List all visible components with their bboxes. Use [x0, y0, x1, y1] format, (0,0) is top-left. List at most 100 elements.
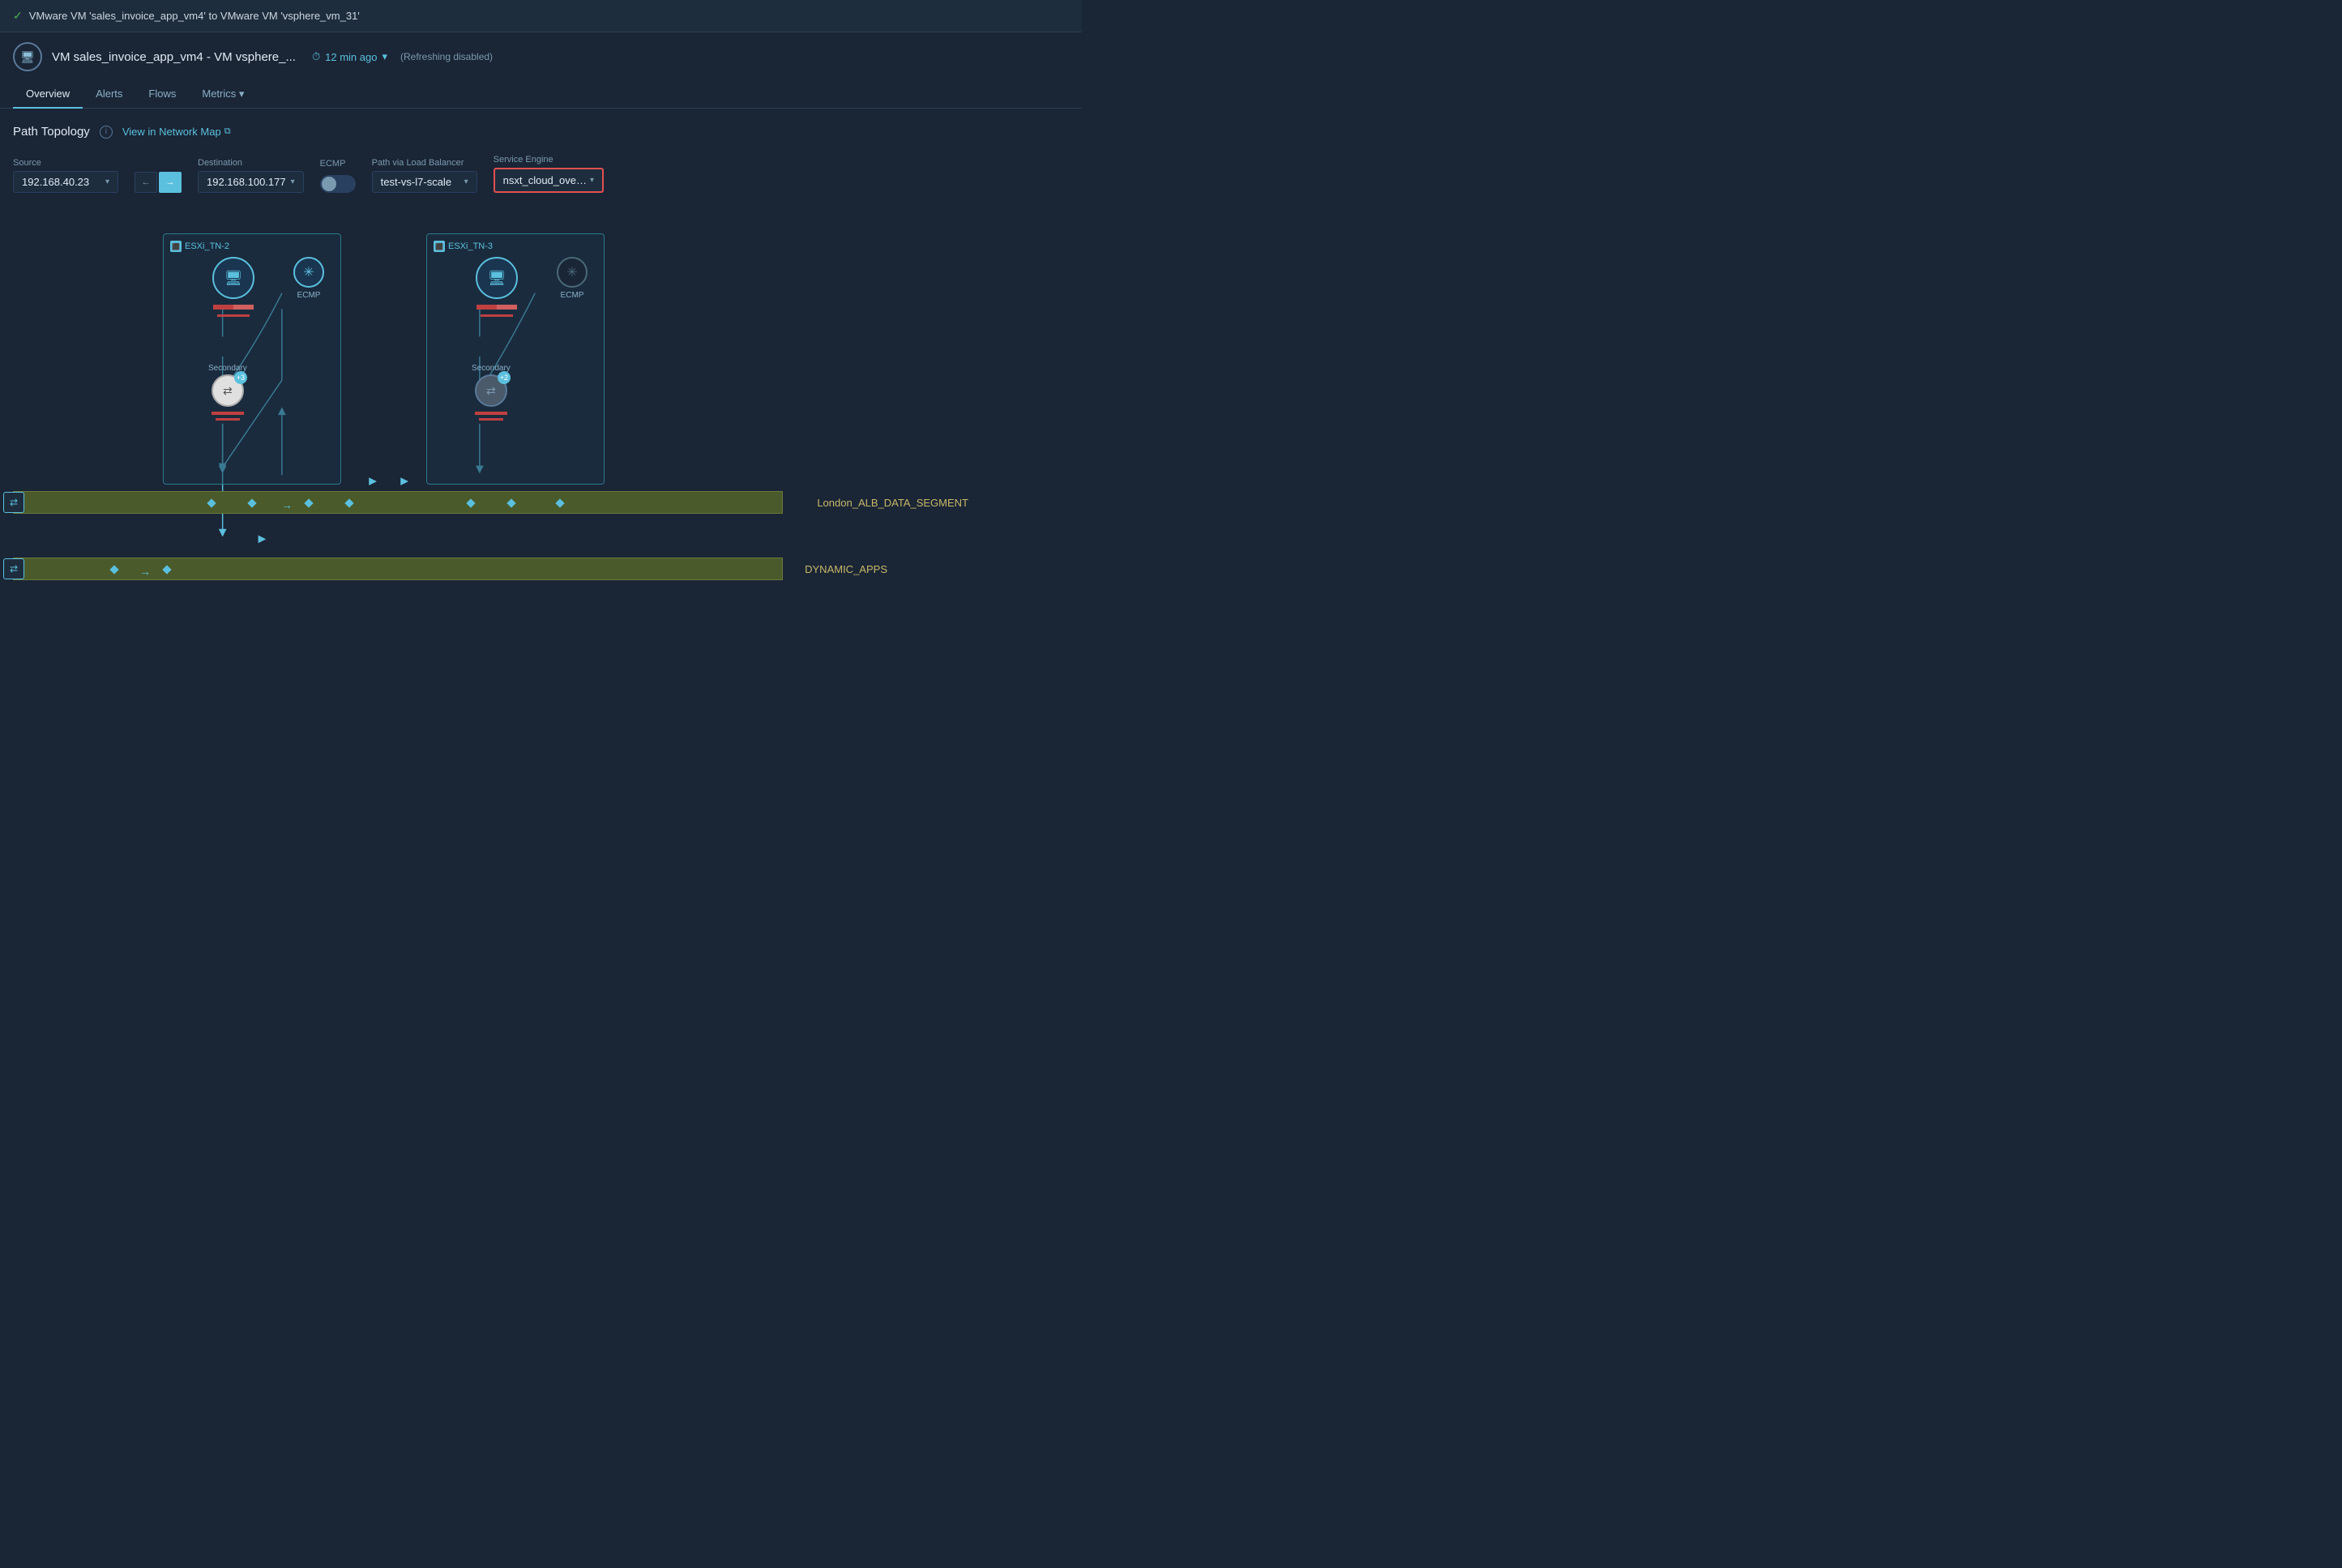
tab-flows[interactable]: Flows [135, 81, 189, 109]
service-engine-control: Service Engine nsxt_cloud_ove… ▾ [494, 155, 604, 193]
vm-bar2-left [217, 314, 250, 317]
secondary-bar-left [212, 412, 244, 415]
secondary-node-right[interactable]: Secondary ⇄ +2 [472, 364, 511, 421]
esxi-right-label: ⬛ ESXi_TN-3 [434, 241, 597, 252]
seg-dot-1g [555, 498, 564, 507]
destination-value: 192.168.100.177 [207, 176, 286, 188]
segment-label-1: London_ALB_DATA_SEGMENT [817, 497, 968, 509]
service-engine-value: nsxt_cloud_ove… [503, 174, 587, 186]
seg-dot-1e [466, 498, 475, 507]
lb-chevron: ▾ [464, 177, 468, 186]
tab-metrics[interactable]: Metrics ▾ [189, 81, 257, 109]
time-chevron: ▾ [382, 50, 387, 63]
info-icon[interactable]: i [100, 126, 113, 139]
load-balancer-value: test-vs-l7-scale [381, 176, 451, 188]
nav-tabs: Overview Alerts Flows Metrics ▾ [13, 81, 1069, 108]
vm-node-left[interactable]: 🖥 [212, 257, 254, 317]
load-balancer-dropdown[interactable]: test-vs-l7-scale ▾ [372, 171, 477, 193]
notification-bar: ✓ VMware VM 'sales_invoice_app_vm4' to V… [0, 0, 1082, 32]
ecmp-label: ECMP [320, 159, 356, 169]
direction-right-button[interactable]: → [159, 172, 182, 193]
check-icon: ✓ [13, 9, 23, 23]
ecmp-node-left[interactable]: ✳ ECMP [293, 257, 324, 300]
vm-bar2-right [481, 314, 513, 317]
ecmp-circle-left: ✳ [293, 257, 324, 288]
secondary-circle-wrapper-left: ⇄ +3 [212, 374, 244, 407]
direction-left-button[interactable]: ← [135, 172, 157, 193]
destination-dropdown[interactable]: 192.168.100.177 ▾ [198, 171, 304, 193]
seg-dot-2b [162, 565, 171, 574]
section-title: Path Topology [13, 125, 90, 139]
seg-dot-1a [207, 498, 216, 507]
seg-arrow-1: → [281, 498, 293, 511]
view-network-map-link[interactable]: View in Network Map ⧉ [122, 126, 231, 138]
source-label: Source [13, 158, 118, 168]
esxi-left-label: ⬛ ESXi_TN-2 [170, 241, 334, 252]
time-ago: 12 min ago [325, 51, 377, 63]
secondary-bar-right [475, 412, 507, 415]
segment-bar-1: ⇄ → London_ALB_DATA_SEGMENT [13, 491, 783, 514]
destination-control: Destination 192.168.100.177 ▾ [198, 158, 304, 193]
toggle-track [320, 175, 356, 193]
esxi-right-box: ⬛ ESXi_TN-3 🖥 ✳ ECMP Secondary ⇄ +2 [426, 233, 605, 485]
destination-chevron: ▾ [291, 177, 295, 186]
secondary-bar2-left [216, 418, 240, 421]
esxi-right-icon: ⬛ [434, 241, 445, 252]
seg-dot-1f [506, 498, 515, 507]
direction-control: ← → [135, 169, 182, 193]
ecmp-node-right[interactable]: ✳ ECMP [557, 257, 588, 300]
segment-icon-1: ⇄ [3, 492, 24, 513]
direction-buttons: ← → [135, 172, 182, 193]
page-title: VM sales_invoice_app_vm4 - VM vsphere_..… [52, 50, 296, 64]
source-chevron: ▾ [105, 177, 109, 186]
load-balancer-control: Path via Load Balancer test-vs-l7-scale … [372, 158, 477, 193]
seg-arrow-2: → [139, 565, 151, 578]
vm-circle-right: 🖥 [476, 257, 518, 299]
ecmp-control: ECMP [320, 159, 356, 193]
secondary-badge-right: +2 [498, 371, 511, 384]
vm-icon-glyph: 🖥 [20, 50, 35, 64]
service-engine-dropdown[interactable]: nsxt_cloud_ove… ▾ [503, 174, 594, 186]
view-network-label: View in Network Map [122, 126, 221, 138]
vm-node-right[interactable]: 🖥 [476, 257, 518, 317]
source-control: Source 192.168.40.23 ▾ [13, 158, 118, 193]
source-value: 192.168.40.23 [22, 176, 89, 188]
tab-alerts[interactable]: Alerts [83, 81, 135, 109]
refreshing-status: (Refreshing disabled) [400, 51, 493, 62]
time-indicator[interactable]: ⏱ 12 min ago ▾ [312, 50, 387, 63]
segment-label-2: DYNAMIC_APPS [805, 563, 887, 575]
vm-bar-right [477, 305, 517, 310]
main-content: Path Topology i View in Network Map ⧉ So… [0, 109, 1082, 639]
ecmp-label-right: ECMP [561, 291, 584, 300]
ecmp-toggle[interactable] [320, 175, 356, 193]
service-engine-box: nsxt_cloud_ove… ▾ [494, 168, 604, 193]
clock-icon: ⏱ [312, 50, 320, 63]
vm-bar-left [213, 305, 254, 310]
destination-label: Destination [198, 158, 304, 168]
seg-dot-1d [344, 498, 353, 507]
source-dropdown[interactable]: 192.168.40.23 ▾ [13, 171, 118, 193]
load-balancer-label: Path via Load Balancer [372, 158, 477, 168]
header-title-row: 🖥 VM sales_invoice_app_vm4 - VM vsphere_… [13, 42, 1069, 71]
segment-bar-2: ⇄ → DYNAMIC_APPS [13, 558, 783, 580]
notification-text: VMware VM 'sales_invoice_app_vm4' to VMw… [29, 10, 360, 22]
vm-icon: 🖥 [13, 42, 42, 71]
tab-overview[interactable]: Overview [13, 81, 83, 109]
page-header: 🖥 VM sales_invoice_app_vm4 - VM vsphere_… [0, 32, 1082, 109]
esxi-left-name: ESXi_TN-2 [185, 241, 229, 251]
external-link-icon: ⧉ [224, 126, 231, 137]
vm-circle-left: 🖥 [212, 257, 254, 299]
section-header: Path Topology i View in Network Map ⧉ [13, 125, 1069, 139]
secondary-node-left[interactable]: Secondary ⇄ +3 [208, 364, 247, 421]
seg-dot-1c [304, 498, 313, 507]
ecmp-label-left: ECMP [297, 291, 321, 300]
esxi-right-name: ESXi_TN-3 [448, 241, 493, 251]
toggle-thumb [322, 177, 336, 191]
esxi-left-box: ⬛ ESXi_TN-2 🖥 ✳ ECMP Secondary ⇄ +3 [163, 233, 341, 485]
ecmp-circle-right: ✳ [557, 257, 588, 288]
info-glyph: i [105, 127, 107, 136]
secondary-badge-left: +3 [234, 371, 247, 384]
controls-row: Source 192.168.40.23 ▾ ← → Destination 1… [13, 155, 1069, 193]
segment-icon-2: ⇄ [3, 558, 24, 579]
secondary-bar2-right [479, 418, 503, 421]
